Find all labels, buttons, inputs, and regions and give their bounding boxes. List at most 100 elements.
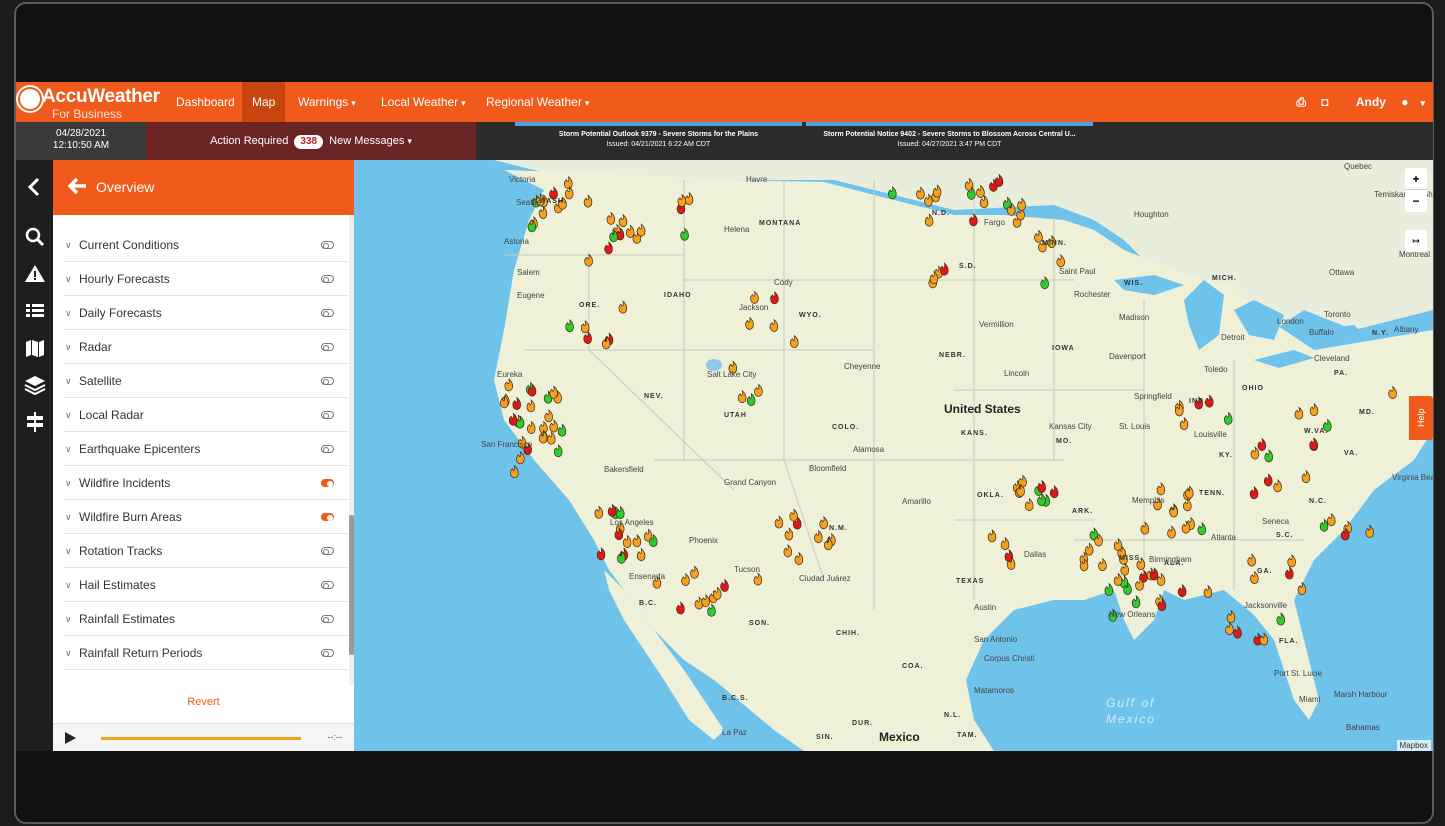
wildfire-marker[interactable]: [1301, 469, 1311, 484]
wildfire-marker[interactable]: [564, 175, 573, 190]
chevron-down-icon[interactable]: ∨: [65, 228, 72, 262]
wildfire-marker[interactable]: [1247, 553, 1256, 567]
chevron-left-icon[interactable]: [24, 176, 46, 198]
wildfire-marker[interactable]: [1365, 524, 1374, 538]
wildfire-marker[interactable]: [547, 431, 556, 445]
wildfire-marker[interactable]: [1185, 485, 1194, 499]
layer-row[interactable]: ∨ Wildfire Incidents: [63, 466, 348, 500]
wildfire-marker[interactable]: [1297, 581, 1307, 596]
wildfire-marker[interactable]: [607, 503, 617, 517]
wildfire-marker[interactable]: [1156, 482, 1166, 496]
wildfire-marker[interactable]: [504, 378, 514, 392]
wildfire-marker[interactable]: [1203, 584, 1213, 599]
help-button[interactable]: Help: [1409, 396, 1433, 440]
play-icon[interactable]: [65, 732, 76, 744]
wildfire-marker[interactable]: [746, 392, 756, 407]
wildfire-marker[interactable]: [604, 241, 613, 255]
wildfire-marker[interactable]: [769, 318, 779, 332]
action-required-button[interactable]: Action Required 338 New Messages ▾: [146, 122, 476, 160]
wildfire-marker[interactable]: [1049, 484, 1059, 499]
wildfire-marker[interactable]: [720, 578, 729, 592]
wildfire-marker[interactable]: [1285, 566, 1294, 580]
wildfire-marker[interactable]: [1197, 522, 1207, 536]
wildfire-marker[interactable]: [1040, 275, 1049, 290]
chevron-down-icon[interactable]: ∨: [65, 330, 72, 364]
map-icon[interactable]: [24, 337, 46, 359]
revert-link[interactable]: Revert: [53, 696, 354, 708]
wildfire-marker[interactable]: [565, 318, 574, 333]
wildfire-marker[interactable]: [1120, 562, 1129, 576]
wildfire-marker[interactable]: [1319, 518, 1329, 532]
nav-regional-weather[interactable]: Regional Weather ▾: [476, 82, 599, 122]
layer-toggle[interactable]: [321, 275, 334, 283]
wildfire-marker[interactable]: [814, 529, 823, 544]
wildfire-marker[interactable]: [1309, 437, 1318, 451]
layer-row[interactable]: ∨ Rainfall Return Periods: [63, 636, 348, 670]
wildfire-marker[interactable]: [636, 223, 646, 237]
layer-toggle[interactable]: [321, 241, 334, 249]
wildfire-marker[interactable]: [594, 505, 604, 519]
chevron-down-icon[interactable]: ∨: [65, 602, 72, 636]
wildfire-marker[interactable]: [1131, 595, 1141, 609]
wildfire-marker[interactable]: [1140, 521, 1150, 535]
wildfire-marker[interactable]: [583, 330, 592, 345]
layer-row[interactable]: ∨ Radar: [63, 330, 348, 364]
wildfire-marker[interactable]: [701, 593, 710, 608]
layers-icon[interactable]: [24, 374, 46, 396]
wildfire-marker[interactable]: [1309, 402, 1319, 417]
layer-row[interactable]: ∨ Rainfall Estimates: [63, 602, 348, 636]
layer-row[interactable]: ∨ Daily Forecasts: [63, 296, 348, 330]
nav-map[interactable]: Map: [242, 82, 286, 122]
layer-row[interactable]: ∨ Wildfire Burn Areas: [63, 500, 348, 534]
user-menu[interactable]: Andy ● ▾: [1344, 95, 1425, 109]
wildfire-marker[interactable]: [1226, 609, 1236, 624]
wildfire-marker[interactable]: [784, 527, 794, 541]
wildfire-marker[interactable]: [924, 193, 933, 207]
wildfire-marker[interactable]: [1250, 446, 1260, 460]
chevron-down-icon[interactable]: ∨: [65, 398, 72, 432]
wildfire-marker[interactable]: [819, 516, 828, 530]
expand-icon[interactable]: ↦: [1405, 230, 1427, 252]
wildfire-marker[interactable]: [1167, 525, 1176, 539]
wildfire-marker[interactable]: [618, 213, 628, 228]
wildfire-marker[interactable]: [1000, 536, 1010, 551]
warning-icon[interactable]: [24, 263, 46, 285]
chevron-down-icon[interactable]: ∨: [65, 364, 72, 398]
wildfire-marker[interactable]: [976, 184, 985, 198]
wildfire-marker[interactable]: [994, 173, 1004, 187]
zoom-in-button[interactable]: +: [1405, 168, 1427, 190]
wildfire-marker[interactable]: [557, 423, 567, 437]
signpost-icon[interactable]: [24, 411, 46, 433]
layer-toggle[interactable]: [321, 445, 334, 453]
wildfire-marker[interactable]: [1113, 537, 1123, 552]
chevron-down-icon[interactable]: ∨: [65, 568, 72, 602]
wildfire-marker[interactable]: [676, 601, 685, 615]
print-icon[interactable]: ⎙: [1296, 95, 1306, 109]
wildfire-marker[interactable]: [584, 253, 593, 267]
search-icon[interactable]: [24, 226, 46, 248]
wildfire-marker[interactable]: [680, 227, 689, 241]
layer-row[interactable]: ∨ Local Radar: [63, 398, 348, 432]
wildfire-marker[interactable]: [1024, 497, 1034, 512]
wildfire-marker[interactable]: [1233, 625, 1242, 639]
notice-card[interactable]: Storm Potential Outlook 9379 - Severe St…: [515, 122, 802, 154]
wildfire-marker[interactable]: [508, 412, 518, 426]
wildfire-marker[interactable]: [713, 586, 722, 600]
layer-toggle[interactable]: [321, 377, 334, 385]
accuweather-logo[interactable]: AccuWeather For Business: [18, 86, 168, 121]
gift-icon[interactable]: ◘: [1321, 95, 1328, 109]
wildfire-marker[interactable]: [690, 565, 699, 579]
wildfire-marker[interactable]: [750, 290, 759, 304]
wildfire-marker[interactable]: [754, 383, 763, 397]
wildfire-marker[interactable]: [512, 396, 522, 411]
wildfire-marker[interactable]: [1183, 498, 1192, 512]
wildfire-marker[interactable]: [1276, 612, 1286, 626]
wildfire-marker[interactable]: [583, 194, 593, 208]
wildfire-marker[interactable]: [1224, 411, 1233, 425]
wildfire-marker[interactable]: [789, 508, 798, 522]
wildfire-marker[interactable]: [916, 186, 925, 200]
wildfire-marker[interactable]: [636, 547, 646, 562]
wildfire-marker[interactable]: [790, 334, 799, 349]
wildfire-marker[interactable]: [794, 551, 804, 566]
wildfire-marker[interactable]: [1177, 583, 1187, 598]
